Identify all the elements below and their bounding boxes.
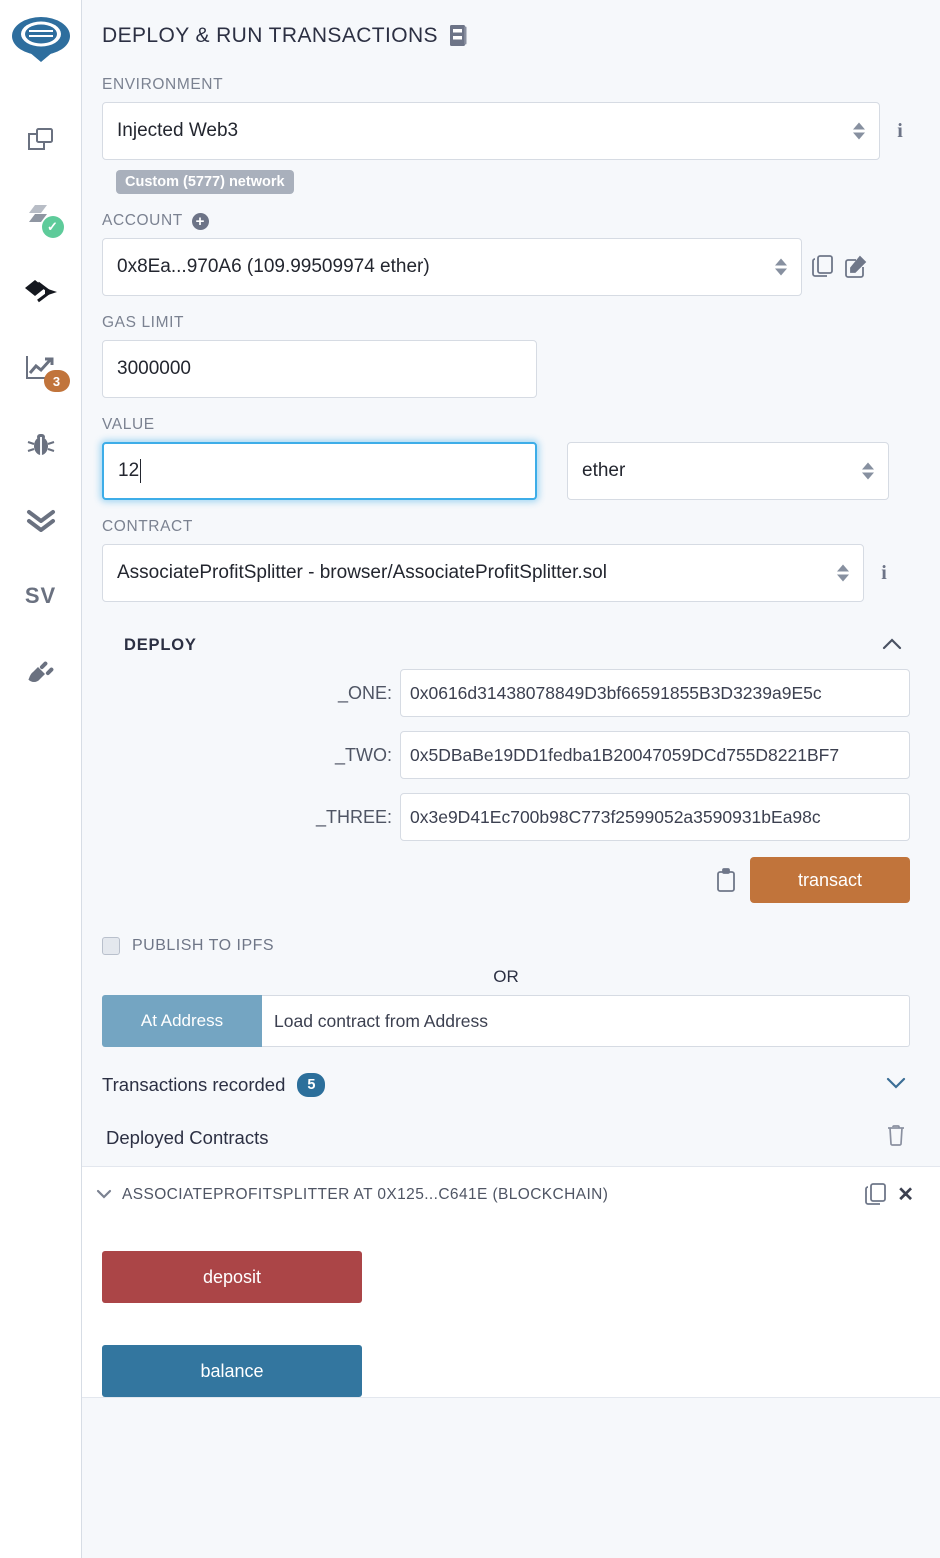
trash-icon[interactable] [886,1123,906,1152]
sidebar-item-plugin-manager[interactable] [10,634,72,710]
environment-select[interactable]: Injected Web3 [102,102,880,160]
clipboard-icon[interactable] [716,868,736,892]
page-title-text: DEPLOY & RUN TRANSACTIONS [102,24,438,47]
add-account-icon[interactable]: + [191,212,209,230]
deploy-arg-row: _TWO: 0x5DBaBe19DD1fedba1B20047059DCd755… [102,731,910,779]
sidebar-item-debugger[interactable] [10,406,72,482]
environment-row: Injected Web3 i [102,102,910,160]
remix-logo [10,10,72,72]
at-address-input[interactable]: Load contract from Address [262,995,910,1047]
deployed-contract-instance: ASSOCIATEPROFITSPLITTER AT 0X125...C641E… [82,1166,940,1398]
arg-label: _ONE: [337,682,392,703]
transactions-recorded-label: Transactions recorded [102,1074,286,1095]
sidebar-item-solidity-compiler[interactable]: ✓ [10,178,72,254]
gas-limit-value: 3000000 [117,358,191,379]
contract-label: CONTRACT [102,518,193,535]
environment-label: ENVIRONMENT [102,76,224,93]
value-label: VALUE [102,416,155,433]
deploy-arg-row: _ONE: 0x0616d31438078849D3bf66591855B3D3… [102,669,910,717]
contract-value: AssociateProfitSplitter - browser/Associ… [117,562,607,583]
contract-select[interactable]: AssociateProfitSplitter - browser/Associ… [102,544,864,602]
account-value: 0x8Ea...970A6 (109.99509974 ether) [117,256,430,277]
at-address-row: At Address Load contract from Address [102,995,910,1047]
deploy-title: DEPLOY [124,636,197,654]
deploy-arg-row: _THREE: 0x3e9D41Ec700b98C773f2599052a359… [102,793,910,841]
deploy-run-panel: DEPLOY & RUN TRANSACTIONS ENVIRONMENT In… [82,0,940,1558]
remix-ide-window: ✓ 3 SV DEPLOY & RUN TRANSACTIONS ENVIRON… [0,0,940,1558]
transactions-recorded-count: 5 [297,1073,326,1097]
sidebar-item-sourcify[interactable]: SV [10,558,72,634]
book-icon[interactable] [449,25,467,47]
chevron-updown-icon[interactable] [775,258,787,276]
sidebar-item-file-explorers[interactable] [10,102,72,178]
account-select[interactable]: 0x8Ea...970A6 (109.99509974 ether) [102,238,802,296]
deployed-contracts-row: Deployed Contracts [102,1123,910,1152]
page-title: DEPLOY & RUN TRANSACTIONS [102,0,910,48]
arg-input[interactable]: 0x5DBaBe19DD1fedba1B20047059DCd755D8221B… [400,731,910,779]
chevron-updown-icon[interactable] [837,564,849,582]
transact-row: transact [102,857,910,903]
gas-limit-input[interactable]: 3000000 [102,340,537,398]
sidebar-item-unit-testing[interactable] [10,482,72,558]
deploy-section-header[interactable]: DEPLOY [124,636,910,655]
compiler-success-badge: ✓ [41,216,64,238]
instance-header[interactable]: ASSOCIATEPROFITSPLITTER AT 0X125...C641E… [96,1167,914,1223]
arg-input[interactable]: 0x3e9D41Ec700b98C773f2599052a3590931bEa9… [400,793,910,841]
sidebar-item-static-analysis[interactable]: 3 [10,330,72,406]
gas-limit-label: GAS LIMIT [102,314,185,331]
arg-label: _THREE: [315,806,392,827]
environment-info-icon[interactable]: i [890,120,910,143]
chevron-down-icon[interactable] [96,1186,112,1204]
contract-function-deposit[interactable]: deposit [102,1251,362,1303]
close-icon[interactable]: ✕ [897,1185,914,1205]
environment-value: Injected Web3 [117,120,239,141]
value-unit-select[interactable]: ether [567,442,889,500]
deployed-contracts-label: Deployed Contracts [106,1126,269,1148]
copy-icon[interactable] [865,1183,887,1207]
value-amount: 12 [118,460,140,481]
analysis-count-badge: 3 [43,370,70,392]
publish-to-ipfs-label: PUBLISH TO IPFS [132,937,275,954]
value-row: 12 ether [102,442,910,500]
instance-title: ASSOCIATEPROFITSPLITTER AT 0X125...C641E… [122,1186,609,1203]
icon-sidebar: ✓ 3 SV [0,0,82,1558]
value-unit: ether [582,460,626,481]
arg-input[interactable]: 0x0616d31438078849D3bf66591855B3D3239a9E… [400,669,910,717]
sidebar-item-deploy-run[interactable] [10,254,72,330]
copy-icon[interactable] [812,255,834,279]
contract-row: AssociateProfitSplitter - browser/Associ… [102,544,910,602]
account-row: 0x8Ea...970A6 (109.99509974 ether) [102,238,910,296]
edit-icon[interactable] [844,255,868,279]
chevron-up-icon[interactable] [882,637,902,655]
chevron-updown-icon[interactable] [862,462,874,480]
transact-button[interactable]: transact [750,857,910,903]
account-label: ACCOUNT + [102,212,910,230]
publish-to-ipfs-row[interactable]: PUBLISH TO IPFS [102,937,910,955]
contract-info-icon[interactable]: i [874,562,894,585]
or-divider: OR [493,967,519,986]
chevron-updown-icon[interactable] [853,122,865,140]
value-input[interactable]: 12 [102,442,537,500]
chevron-down-icon[interactable] [886,1076,906,1094]
arg-label: _TWO: [335,744,392,765]
at-address-button[interactable]: At Address [102,995,262,1047]
network-badge: Custom (5777) network [116,170,294,194]
transactions-recorded-row[interactable]: Transactions recorded 5 [102,1073,910,1097]
contract-function-balance[interactable]: balance [102,1345,362,1397]
publish-to-ipfs-checkbox[interactable] [102,937,120,955]
